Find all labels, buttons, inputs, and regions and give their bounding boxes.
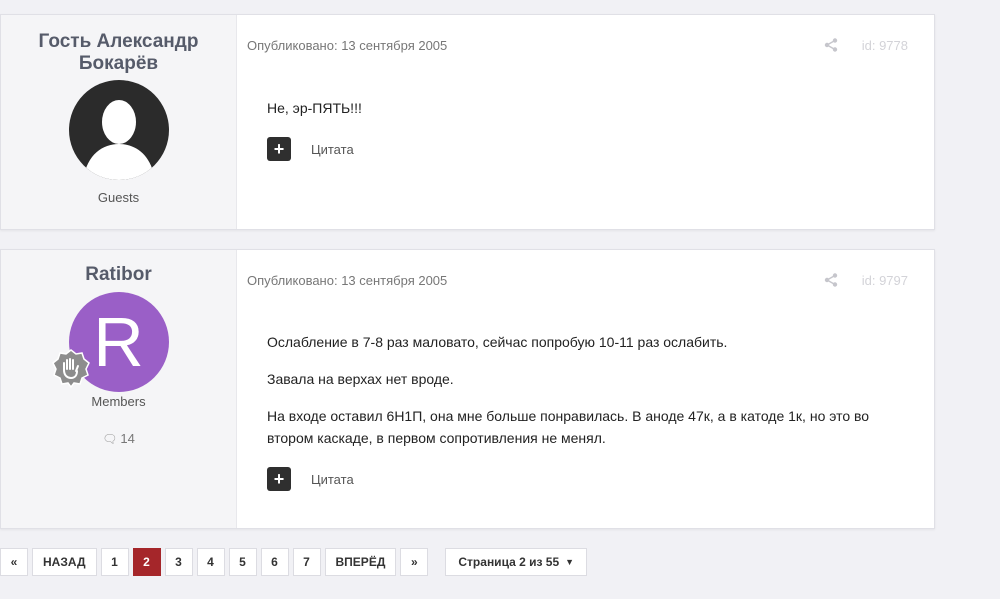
post-id: id: 9797 [861,273,908,288]
person-silhouette-icon [82,100,155,180]
hand-badge-icon [51,349,90,388]
page-7[interactable]: 7 [292,548,321,576]
post-body: Не, эр-ПЯТЬ!!! [267,97,362,119]
plus-icon[interactable]: + [267,467,291,491]
post-9797: Ratibor R Members 🗨 14 Опубликовано: 13 с… [0,249,935,529]
pagination: « НАЗАД 1 2 3 4 5 6 7 ВПЕРЁД » Страница … [0,548,591,576]
page-6[interactable]: 6 [260,548,289,576]
author-panel: Гость Александр Бокарёв Guests [1,15,237,229]
author-panel: Ratibor R Members 🗨 14 [1,250,237,528]
post-content: Опубликовано: 13 сентября 2005 id: 9797 … [237,250,934,528]
avatar[interactable] [68,80,169,180]
page-3[interactable]: 3 [164,548,193,576]
post-date[interactable]: Опубликовано: 13 сентября 2005 [247,38,447,53]
quote-button[interactable]: Цитата [311,142,354,157]
author-name[interactable]: Ratibor [21,264,216,286]
page-jump-label: Страница 2 из 55 [458,555,560,569]
share-icon[interactable] [824,273,838,287]
author-group: Guests [97,190,140,205]
post-date[interactable]: Опубликовано: 13 сентября 2005 [247,273,447,288]
post-id: id: 9778 [861,38,908,53]
page-1[interactable]: 1 [100,548,129,576]
post-count-value: 14 [120,431,135,446]
page-5[interactable]: 5 [228,548,257,576]
caret-down-icon: ▼ [565,557,575,567]
post-paragraph: Ослабление в 7-8 раз маловато, сейчас по… [267,334,728,350]
last-page-button[interactable]: » [400,548,429,576]
post-actions: + Цитата [267,137,354,161]
avatar-wrap [68,80,169,180]
prev-page-button[interactable]: НАЗАД [32,548,97,576]
page-jump-dropdown[interactable]: Страница 2 из 55 ▼ [445,548,588,576]
page-4[interactable]: 4 [196,548,225,576]
post-actions: + Цитата [267,467,354,491]
author-name[interactable]: Гость Александр Бокарёв [21,31,216,75]
page-2-current[interactable]: 2 [132,548,161,576]
avatar-wrap: R [51,292,169,392]
post-paragraph: Не, эр-ПЯТЬ!!! [267,100,362,116]
avatar-letter: R [93,303,144,381]
quote-button[interactable]: Цитата [311,472,354,487]
plus-icon[interactable]: + [267,137,291,161]
post-9778: Гость Александр Бокарёв Guests Опубликов… [0,14,935,230]
author-group: Members [91,394,146,409]
post-paragraph: На входе оставил 6Н1П, она мне больше по… [267,408,870,446]
author-post-count[interactable]: 🗨 14 [1,431,236,446]
post-content: Опубликовано: 13 сентября 2005 id: 9778 … [237,15,934,229]
post-paragraph: Завала на верхах нет вроде. [267,371,454,387]
share-icon[interactable] [824,38,838,52]
post-body: Ослабление в 7-8 раз маловато, сейчас по… [267,331,917,449]
comment-icon: 🗨 [102,432,118,446]
next-page-button[interactable]: ВПЕРЁД [324,548,397,576]
first-page-button[interactable]: « [0,548,28,576]
